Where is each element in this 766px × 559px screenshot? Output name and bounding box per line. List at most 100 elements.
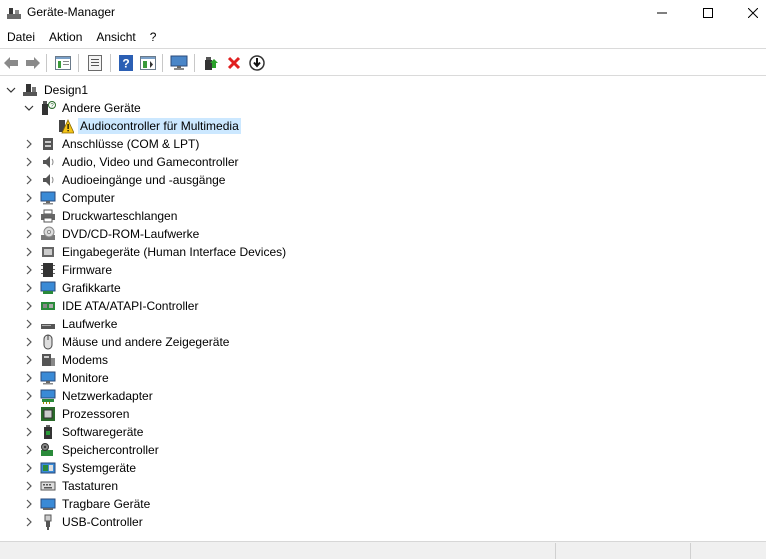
usb-icon	[44, 514, 52, 530]
forward-button[interactable]	[24, 54, 42, 72]
back-button[interactable]	[2, 54, 20, 72]
keyboard-icon	[40, 481, 56, 491]
software-device-icon	[44, 425, 52, 439]
chevron-right-icon[interactable]	[24, 445, 34, 455]
details-icon	[140, 56, 156, 70]
tree-item-audio-video[interactable]: Audio, Video und Gamecontroller	[24, 153, 241, 171]
window-title: Geräte-Manager	[27, 5, 116, 19]
menu-help[interactable]: ?	[143, 27, 164, 47]
tree-item-tastaturen[interactable]: Tastaturen	[24, 477, 120, 495]
tree-item-label: Anschlüsse (COM & LPT)	[62, 137, 200, 151]
tree-item-ide[interactable]: IDE ATA/ATAPI-Controller	[24, 297, 200, 315]
hard-drive-icon	[41, 324, 55, 329]
tree-item-audio-io[interactable]: Audioeingänge und -ausgänge	[24, 171, 227, 189]
menu-aktion[interactable]: Aktion	[42, 27, 89, 47]
tree-item-dvd[interactable]: DVD/CD-ROM-Laufwerke	[24, 225, 201, 243]
toolbar-separator	[162, 54, 163, 72]
uninstall-button[interactable]	[225, 54, 243, 72]
tree-item-softwaregeraete[interactable]: Softwaregeräte	[24, 423, 145, 441]
chevron-down-icon[interactable]	[24, 103, 34, 113]
tree-item-laufwerke[interactable]: Laufwerke	[24, 315, 119, 333]
storage-controller-icon	[41, 443, 53, 456]
tree-item-audiocontroller[interactable]: Audiocontroller für Multimedia	[58, 117, 241, 135]
hid-device-icon	[42, 247, 54, 257]
speaker-icon	[43, 174, 54, 186]
computer-tower-icon	[23, 84, 37, 96]
tree-item-usb[interactable]: USB-Controller	[24, 513, 145, 531]
update-driver-button[interactable]	[202, 54, 220, 72]
tree-root[interactable]: Design1	[6, 81, 90, 99]
tree-view-button[interactable]	[54, 54, 72, 72]
tree-item-other-devices[interactable]: ? Andere Geräte	[24, 99, 143, 117]
chevron-right-icon[interactable]	[24, 409, 34, 419]
help-button[interactable]: ?	[117, 54, 135, 72]
chevron-right-icon[interactable]	[24, 175, 34, 185]
tree-item-label: Eingabegeräte (Human Interface Devices)	[62, 245, 287, 259]
minimize-icon	[657, 12, 667, 14]
device-manager-app-icon	[7, 8, 21, 19]
forward-arrow-icon	[26, 57, 40, 69]
tree-item-hid[interactable]: Eingabegeräte (Human Interface Devices)	[24, 243, 288, 261]
chevron-right-icon[interactable]	[24, 517, 34, 527]
tree-item-systemgeraete[interactable]: Systemgeräte	[24, 459, 138, 477]
disable-button[interactable]	[248, 54, 266, 72]
monitor-icon	[40, 191, 56, 205]
chevron-right-icon[interactable]	[24, 265, 34, 275]
chevron-right-icon[interactable]	[24, 391, 34, 401]
tree-item-label: Laufwerke	[62, 317, 118, 331]
chevron-right-icon[interactable]	[24, 373, 34, 383]
tree-root-label: Design1	[44, 83, 89, 97]
properties-button[interactable]	[86, 54, 104, 72]
toolbar-separator	[46, 54, 47, 72]
chevron-down-icon[interactable]	[6, 85, 16, 95]
close-button[interactable]	[730, 0, 766, 26]
tree-item-netzwerkadapter[interactable]: Netzwerkadapter	[24, 387, 155, 405]
tree-item-computer[interactable]: Computer	[24, 189, 117, 207]
chevron-right-icon[interactable]	[24, 355, 34, 365]
scan-hardware-button[interactable]	[170, 54, 188, 72]
chevron-right-icon[interactable]	[24, 211, 34, 221]
chevron-right-icon[interactable]	[24, 157, 34, 167]
tree-item-speichercontroller[interactable]: Speichercontroller	[24, 441, 161, 459]
menu-ansicht[interactable]: Ansicht	[89, 27, 142, 47]
warning-device-icon	[59, 119, 74, 134]
portable-device-icon	[40, 498, 56, 510]
chevron-right-icon[interactable]	[24, 301, 34, 311]
status-pane	[690, 543, 766, 559]
chevron-right-icon[interactable]	[24, 193, 34, 203]
chevron-right-icon[interactable]	[24, 499, 34, 509]
chevron-right-icon[interactable]	[24, 481, 34, 491]
toolbar-separator	[78, 54, 79, 72]
chevron-right-icon[interactable]	[24, 337, 34, 347]
chevron-right-icon[interactable]	[24, 283, 34, 293]
chip-icon	[41, 263, 55, 277]
tree-item-druckwarteschlangen[interactable]: Druckwarteschlangen	[24, 207, 179, 225]
tree-item-label: Andere Geräte	[62, 101, 141, 115]
tree-item-prozessoren[interactable]: Prozessoren	[24, 405, 131, 423]
chevron-right-icon[interactable]	[24, 427, 34, 437]
tree-item-modems[interactable]: Modems	[24, 351, 110, 369]
chevron-right-icon[interactable]	[24, 463, 34, 473]
details-button[interactable]	[139, 54, 157, 72]
tree-item-firmware[interactable]: Firmware	[24, 261, 114, 279]
minimize-button[interactable]	[639, 0, 685, 26]
maximize-icon	[703, 8, 713, 18]
tree-item-label: Modems	[62, 353, 109, 367]
chevron-right-icon[interactable]	[24, 319, 34, 329]
chevron-right-icon[interactable]	[24, 247, 34, 257]
uninstall-icon	[227, 56, 241, 70]
unknown-device-icon: ?	[42, 101, 56, 115]
menu-datei[interactable]: Datei	[0, 27, 42, 47]
chevron-right-icon[interactable]	[24, 139, 34, 149]
tree-item-grafikkarte[interactable]: Grafikkarte	[24, 279, 123, 297]
tree-item-anschluesse[interactable]: Anschlüsse (COM & LPT)	[24, 135, 201, 153]
tree-item-label: Grafikkarte	[62, 281, 121, 295]
modem-icon	[42, 354, 55, 366]
maximize-button[interactable]	[685, 0, 731, 26]
tree-item-label: Computer	[62, 191, 115, 205]
tree-item-label-selected: Audiocontroller für Multimedia	[78, 118, 241, 134]
chevron-right-icon[interactable]	[24, 229, 34, 239]
tree-item-maeuse[interactable]: Mäuse und andere Zeigegeräte	[24, 333, 231, 351]
tree-item-tragbare-geraete[interactable]: Tragbare Geräte	[24, 495, 152, 513]
tree-item-monitore[interactable]: Monitore	[24, 369, 111, 387]
